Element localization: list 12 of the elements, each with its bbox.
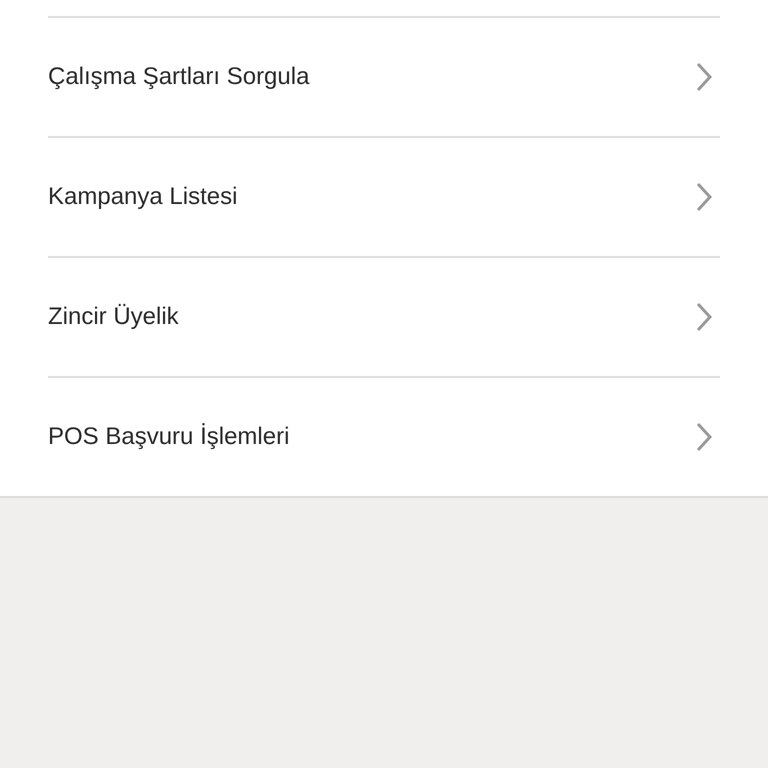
menu-item[interactable]: POS Başvuru İşlemleri <box>48 376 720 496</box>
menu-item[interactable]: Çalışma Şartları Sorgula <box>48 16 720 136</box>
menu-item-label: Zincir Üyelik <box>48 303 179 331</box>
chevron-right-icon <box>694 181 714 213</box>
chevron-right-icon <box>694 61 714 93</box>
menu-item-label: Çalışma Şartları Sorgula <box>48 63 310 91</box>
chevron-right-icon <box>694 301 714 333</box>
menu-item[interactable]: Zincir Üyelik <box>48 256 720 376</box>
chevron-right-icon <box>694 421 714 453</box>
menu-item[interactable]: Kampanya Listesi <box>48 136 720 256</box>
menu-item-label: Kampanya Listesi <box>48 183 238 211</box>
menu-item-label: POS Başvuru İşlemleri <box>48 423 290 451</box>
